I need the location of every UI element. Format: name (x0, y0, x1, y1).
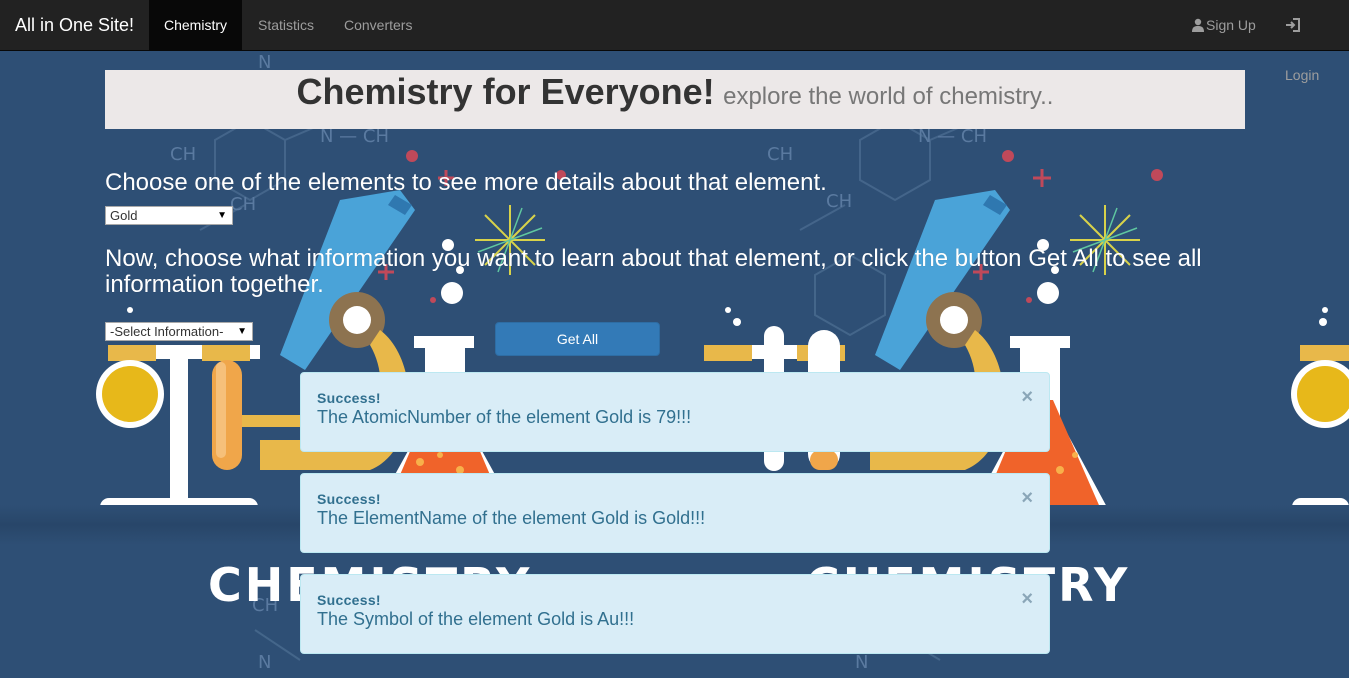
close-icon[interactable]: × (1021, 488, 1033, 508)
login-label: Login (1285, 67, 1320, 83)
svg-text:N: N (855, 652, 868, 673)
close-icon[interactable]: × (1021, 387, 1033, 407)
information-select-value: -Select Information- (110, 324, 224, 339)
alert-title: Success! (317, 491, 381, 507)
svg-text:CH: CH (767, 144, 793, 165)
site-brand[interactable]: All in One Site! (15, 15, 134, 36)
alert-message: The ElementName of the element Gold is G… (317, 508, 706, 528)
alert-message: The Symbol of the element Gold is Au!!! (317, 609, 635, 629)
header-jumbotron: Chemistry for Everyone! explore the worl… (105, 70, 1245, 129)
sign-up-label: Sign Up (1206, 17, 1256, 33)
page-title: Chemistry for Everyone! (296, 71, 715, 112)
element-select[interactable]: Gold ▼ (105, 206, 233, 225)
alert-message: The AtomicNumber of the element Gold is … (317, 407, 692, 427)
alert-title: Success! (317, 592, 381, 608)
nav-item-statistics[interactable]: Statistics (243, 0, 329, 50)
close-icon[interactable]: × (1021, 589, 1033, 609)
success-alert: Success! The AtomicNumber of the element… (300, 372, 1050, 452)
information-select[interactable]: -Select Information- ▼ (105, 322, 253, 341)
success-alert: Success! The Symbol of the element Gold … (300, 574, 1050, 654)
svg-text:N — CH: N — CH (320, 126, 389, 147)
element-select-value: Gold (110, 208, 138, 223)
svg-text:CH: CH (170, 144, 196, 165)
success-alert: Success! The ElementName of the element … (300, 473, 1050, 553)
nav-item-converters[interactable]: Converters (329, 0, 427, 50)
information-choice-prompt: Now, choose what information you want to… (105, 245, 1202, 298)
sign-up-link[interactable]: Sign Up (1176, 0, 1271, 50)
svg-text:N — CH: N — CH (918, 126, 987, 147)
svg-text:N: N (258, 652, 271, 673)
get-all-button[interactable]: Get All (495, 322, 660, 356)
page-subtitle: explore the world of chemistry.. (723, 83, 1054, 110)
svg-text:CH: CH (230, 194, 256, 215)
chevron-down-icon: ▼ (217, 210, 227, 221)
login-link[interactable]: Login (1270, 0, 1349, 83)
element-choice-prompt: Choose one of the elements to see more d… (105, 169, 827, 196)
top-navbar: All in One Site! Chemistry Statistics Co… (0, 0, 1349, 83)
nav-item-chemistry[interactable]: Chemistry (149, 0, 243, 50)
alert-title: Success! (317, 390, 381, 406)
user-icon (1192, 18, 1204, 32)
login-icon (1286, 18, 1300, 32)
chevron-down-icon: ▼ (237, 326, 247, 337)
